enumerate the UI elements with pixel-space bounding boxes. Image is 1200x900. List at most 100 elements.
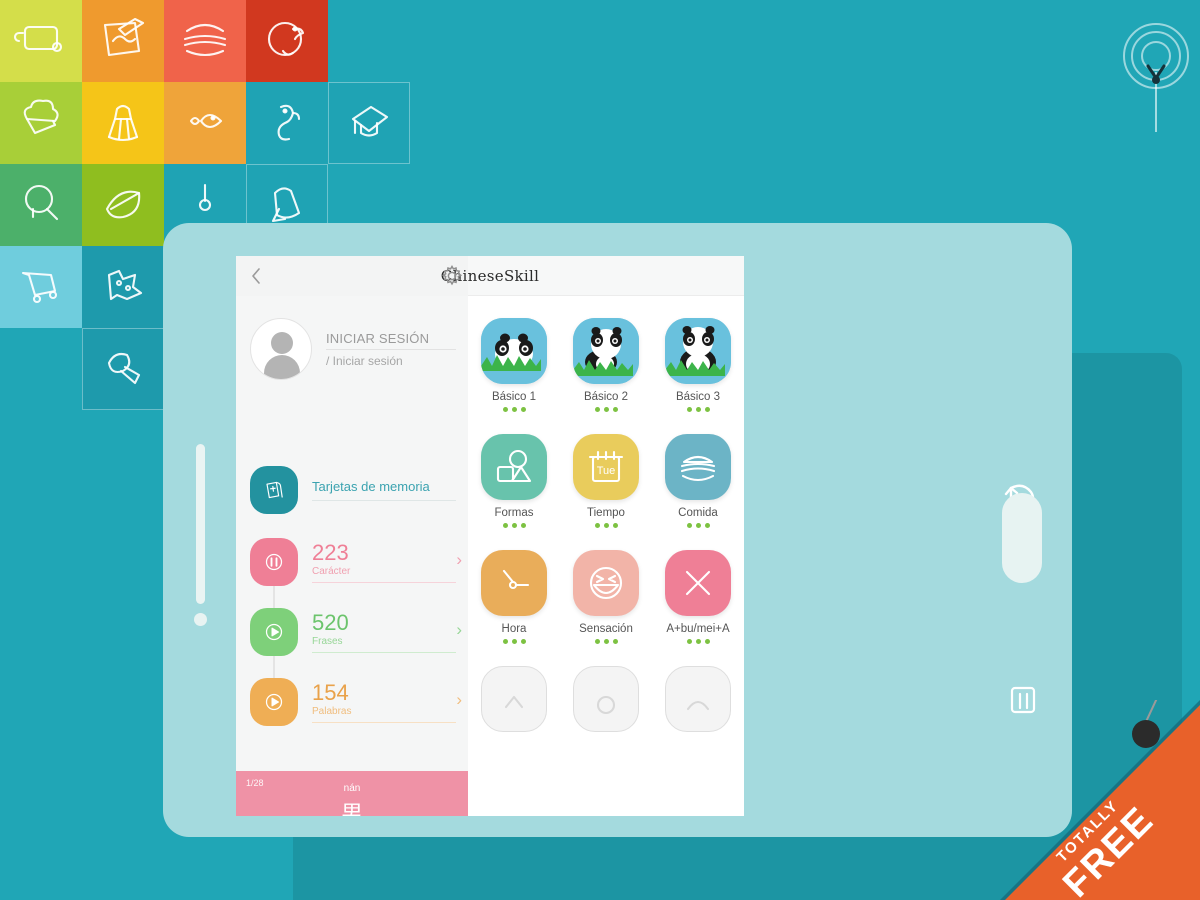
progress-dots: [686, 407, 710, 412]
promo-ribbon: TOTALLY FREE: [1000, 700, 1200, 900]
burger-icon: [665, 434, 731, 500]
stat-caption: Frases: [312, 636, 456, 653]
lesson-tile-sensacion[interactable]: Sensación: [560, 550, 652, 644]
sidebar-item-flashcards[interactable]: Tarjetas de memoria: [250, 466, 456, 514]
progress-dots: [686, 639, 710, 644]
bg-tile-starfish: [82, 246, 164, 328]
lesson-tile-hora[interactable]: Hora: [468, 550, 560, 644]
outline-tile: [82, 328, 164, 410]
side-pill-button[interactable]: [1002, 493, 1042, 583]
lesson-tile-locked[interactable]: [652, 666, 744, 732]
panda-peeking-icon: [481, 318, 547, 384]
top-bar: ChineseSkill: [236, 256, 744, 296]
bg-tile-burger: [164, 0, 246, 82]
laughing-face-icon: [573, 550, 639, 616]
gear-icon[interactable]: [441, 265, 463, 287]
locked-tile-icon: [665, 666, 731, 732]
lesson-label: Básico 3: [675, 391, 721, 403]
lesson-tile-basico-3[interactable]: Básico 3: [652, 318, 744, 412]
mirror-icon: [13, 175, 69, 236]
lesson-tile-tiempo[interactable]: Tue Tiempo: [560, 434, 652, 528]
progress-dots: [594, 639, 618, 644]
flashcard-pinyin: nán: [343, 783, 361, 794]
lesson-label: Formas: [494, 507, 534, 519]
bg-tile-cart: [0, 246, 82, 328]
bg-tile-fish: [164, 82, 246, 164]
tag-dot-icon: [1132, 720, 1160, 748]
screenshot-root: ChineseSkill INICIAR SESIÓN / Iniciar se…: [0, 0, 1200, 900]
lesson-label: Tiempo: [587, 507, 625, 519]
sidebar: INICIAR SESIÓN / Iniciar sesión Tarjetas…: [236, 296, 468, 816]
panda-standing-icon: [665, 318, 731, 384]
lesson-label: Comida: [678, 507, 718, 519]
bg-tile-bird: [246, 0, 328, 82]
shuttlecock-icon: [95, 93, 151, 154]
volume-slider[interactable]: [196, 444, 205, 604]
home-button[interactable]: [194, 613, 207, 626]
locked-tile-icon: [573, 666, 639, 732]
profile-block[interactable]: INICIAR SESIÓN / Iniciar sesión: [250, 318, 456, 380]
flashcards-icon: [250, 466, 298, 514]
lesson-tile-basico-1[interactable]: Básico 1: [468, 318, 560, 412]
bg-tile-chef-hat: [0, 82, 82, 164]
progress-dots: [594, 407, 618, 412]
chevron-right-icon[interactable]: ›: [456, 550, 462, 570]
tablet-screen: ChineseSkill INICIAR SESIÓN / Iniciar se…: [236, 256, 744, 816]
bg-tile-mirror: [0, 164, 82, 246]
lesson-tile-comida[interactable]: Comida: [652, 434, 744, 528]
clock-icon: [481, 550, 547, 616]
stat-caption: Carácter: [312, 566, 456, 583]
play-icon: [250, 608, 298, 656]
lesson-label: A+bu/mei+A: [666, 623, 730, 635]
cart-icon: [13, 257, 69, 318]
calendar-icon: Tue: [573, 434, 639, 500]
flashcard-character: 男: [340, 802, 363, 816]
lesson-tile-locked[interactable]: [560, 666, 652, 732]
app-brand: ChineseSkill: [236, 256, 744, 296]
progress-dots: [594, 523, 618, 528]
lesson-grid-area: Básico 1 Básico 2 Básico 3 Formas Tue Ti…: [468, 296, 744, 816]
stat-value: 520: [312, 609, 349, 635]
toaster-icon: [13, 11, 69, 72]
bg-tile-leaf: [82, 164, 164, 246]
progress-dots: [502, 639, 526, 644]
cross-icon: [665, 550, 731, 616]
chef-hat-icon: [13, 93, 69, 154]
bg-tile-seahorse: [246, 82, 328, 164]
lesson-tile-abumeia[interactable]: A+bu/mei+A: [652, 550, 744, 644]
login-title[interactable]: INICIAR SESIÓN: [326, 331, 456, 350]
flashcards-label: Tarjetas de memoria: [312, 479, 456, 501]
leaf-icon: [95, 175, 151, 236]
star-fish-icon: [95, 257, 151, 318]
chevron-left-icon[interactable]: [250, 267, 262, 285]
pause-icon: [250, 538, 298, 586]
lesson-label: Básico 2: [583, 391, 629, 403]
login-subtitle: / Iniciar sesión: [326, 353, 403, 368]
bg-tile-shuttlecock: [82, 82, 164, 164]
sidebar-stat-row[interactable]: 154 Palabras ›: [250, 678, 462, 726]
shapes-icon: [481, 434, 547, 500]
panda-sitting-icon: [573, 318, 639, 384]
chevron-right-icon[interactable]: ›: [456, 620, 462, 640]
lesson-tile-basico-2[interactable]: Básico 2: [560, 318, 652, 412]
sidebar-stat-row[interactable]: 520 Frases ›: [250, 608, 462, 656]
lesson-tile-formas[interactable]: Formas: [468, 434, 560, 528]
sidebar-stat-row[interactable]: 223 Carácter ›: [250, 538, 462, 586]
chevron-right-icon[interactable]: ›: [456, 690, 462, 710]
burger-icon: [177, 11, 233, 72]
outline-tile: [328, 82, 410, 164]
stat-caption: Palabras: [312, 706, 456, 723]
progress-dots: [686, 523, 710, 528]
lesson-grid: Básico 1 Básico 2 Básico 3 Formas Tue Ti…: [468, 318, 744, 754]
lesson-label: Hora: [501, 623, 527, 635]
seahorse-icon: [259, 93, 315, 154]
stat-value: 154: [312, 679, 349, 705]
progress-dots: [502, 407, 526, 412]
progress-dots: [502, 523, 526, 528]
lesson-label: Sensación: [579, 623, 633, 635]
flashcard-preview[interactable]: 1/28 nán 男 hombre: [236, 771, 468, 816]
lesson-tile-locked[interactable]: [468, 666, 560, 732]
painting-icon: [95, 11, 151, 72]
stat-value: 223: [312, 539, 349, 565]
bg-tile-toaster: [0, 0, 82, 82]
